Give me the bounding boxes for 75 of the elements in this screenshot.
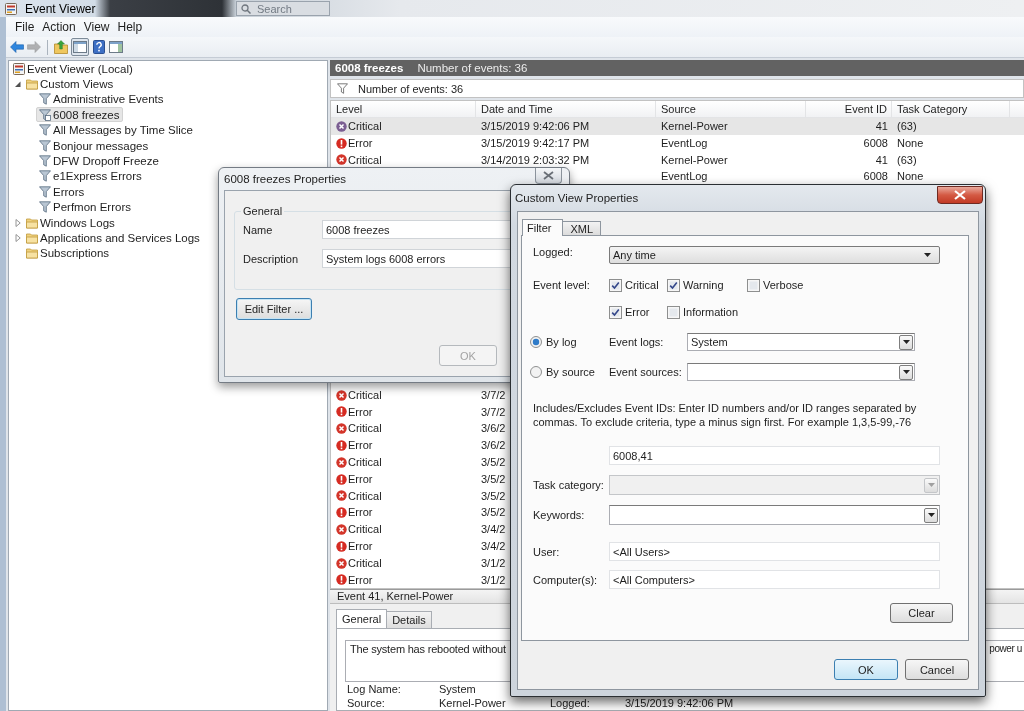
table-cell-text: Error: [348, 438, 373, 454]
table-cell-text: Critical: [348, 454, 382, 470]
group-title: General: [242, 205, 284, 217]
table-cell-text: Error: [348, 404, 373, 420]
table-cell-text: None: [897, 135, 924, 151]
table-cell-text: 3/5/2: [481, 488, 506, 504]
table-cell-text: Critical: [348, 522, 382, 538]
checkbox-label: Verbose: [763, 279, 804, 291]
field-label: Event level:: [533, 278, 591, 292]
view-title: 6008 freezes: [335, 62, 404, 74]
message-text: The system has rebooted without: [350, 643, 506, 655]
table-cell-text: Kernel-Power: [661, 119, 728, 134]
table-cell-text: 6008: [863, 135, 888, 151]
table-cell-text: Error: [348, 471, 373, 487]
radio-label: By log: [546, 336, 577, 348]
table-cell-text: 3/1/2: [481, 572, 506, 588]
checkbox-label: Error: [625, 306, 650, 318]
details-title: Event 41, Kernel-Power: [337, 590, 454, 602]
table-cell-text: Critical: [348, 119, 382, 134]
table-cell-text: 3/4/2: [481, 522, 506, 538]
field-label: Name: [243, 223, 274, 236]
table-cell-text: 3/7/2: [481, 387, 506, 403]
dialog-title: 6008 freezes Properties: [224, 172, 347, 187]
table-cell-text: None: [897, 169, 924, 185]
radio-label: By source: [546, 366, 595, 378]
window-title: Event Viewer: [25, 1, 96, 16]
checkbox-label: Warning: [683, 279, 724, 291]
table-cell-text: 3/6/2: [481, 421, 506, 437]
table-cell-text: 3/5/2: [481, 505, 506, 521]
table-cell-text: (63): [897, 119, 917, 134]
table-cell-text: EventLog: [661, 169, 708, 185]
table-cell-text: 3/15/2019 9:42:06 PM: [481, 119, 590, 134]
table-cell-text: Critical: [348, 555, 382, 571]
table-cell-text: 3/15/2019 9:42:17 PM: [481, 135, 590, 151]
checkbox-label: Critical: [625, 279, 659, 291]
checkbox-label: Information: [683, 306, 739, 318]
filter-summary: Number of events: 36: [358, 82, 464, 95]
table-cell-text: Critical: [348, 488, 382, 504]
field-label: User:: [533, 545, 561, 558]
table-cell-text: Error: [348, 538, 373, 554]
table-cell-text: 3/14/2019 2:03:32 PM: [481, 152, 590, 168]
table-cell-text: Error: [348, 572, 373, 588]
dialog-title: Custom View Properties: [515, 191, 639, 206]
detail-label: Log Name:: [347, 682, 401, 696]
table-cell-text: Critical: [348, 387, 382, 403]
table-cell-text: (63): [897, 152, 917, 168]
table-cell-text: 3/5/2: [481, 454, 506, 470]
table-cell-text: 41: [875, 152, 888, 168]
field-label: Computer(s):: [533, 573, 599, 586]
table-cell-text: Critical: [348, 421, 382, 437]
message-text: power u: [989, 643, 1022, 654]
detail-label: Logged:: [550, 696, 590, 710]
detail-value: Kernel-Power: [439, 696, 506, 710]
table-cell-text: Error: [348, 505, 373, 521]
field-label: Event logs:: [609, 336, 665, 348]
hint-text: Includes/Excludes Event IDs: Enter ID numbers and/or ID ranges separated by commas. To exclude criteria, type a minus sign first. For example 1,3,5-99,-76: [533, 401, 918, 429]
detail-value: System: [439, 682, 476, 696]
detail-value: 3/15/2019 9:42:06 PM: [625, 696, 734, 710]
table-cell-text: 3/7/2: [481, 404, 506, 420]
table-cell-text: 3/1/2: [481, 555, 506, 571]
detail-label: Source:: [347, 696, 385, 710]
table-cell-text: Error: [348, 135, 373, 151]
field-label: Keywords:: [533, 509, 586, 521]
table-cell-text: EventLog: [661, 135, 708, 151]
table-cell-text: 3/6/2: [481, 438, 506, 454]
table-cell-text: 41: [875, 119, 888, 134]
table-cell-text: 3/5/2: [481, 471, 506, 487]
table-cell-text: 3/4/2: [481, 538, 506, 554]
field-label: Event sources:: [609, 366, 683, 378]
field-label: Task category:: [533, 479, 605, 491]
table-cell-text: Kernel-Power: [661, 152, 728, 168]
field-label: Description: [243, 252, 300, 265]
table-cell-text: 6008: [863, 169, 888, 185]
table-cell-text: Critical: [348, 152, 382, 168]
event-count: Number of events: 36: [417, 62, 528, 74]
